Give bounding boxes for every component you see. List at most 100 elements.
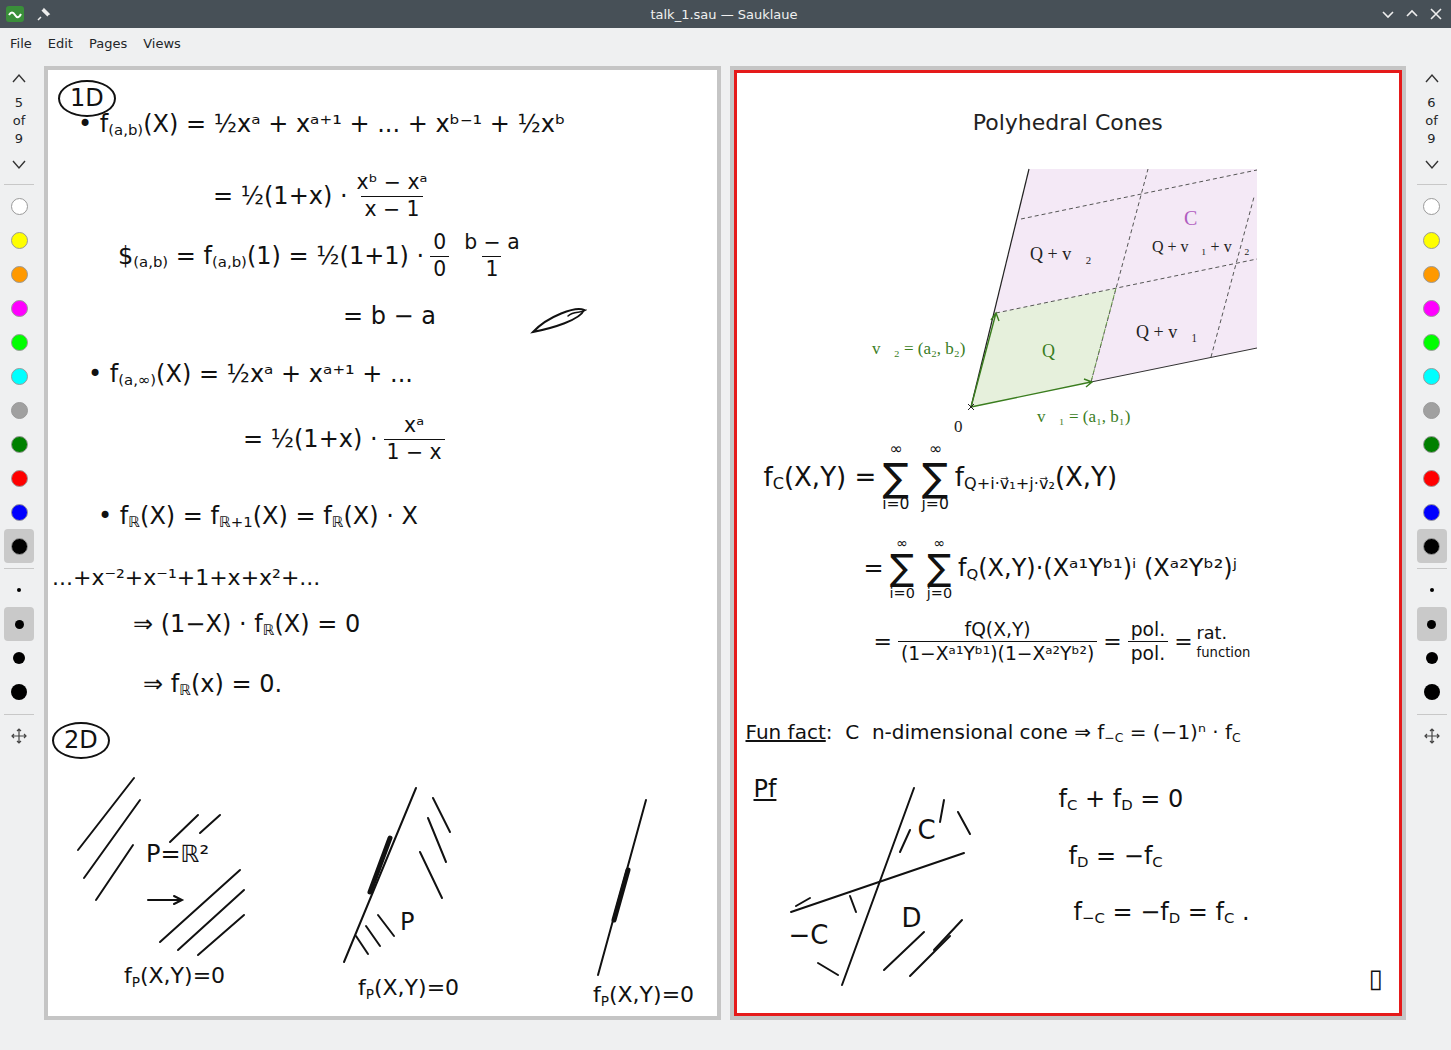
diagram-label: v⃗₂ = (a₂, b₂): [872, 339, 965, 358]
note-text: = (−1)ⁿ · f: [1123, 720, 1232, 744]
pen-size[interactable]: [1417, 607, 1447, 641]
swatch-dot: [1423, 470, 1440, 487]
pen-size[interactable]: [4, 573, 34, 607]
handwritten-note: • f(a,∞)(X) = ½xᵃ + xᵃ⁺¹ + ...: [88, 360, 413, 389]
pen-size[interactable]: [1417, 675, 1447, 709]
denominator: 1: [482, 256, 501, 283]
color-swatch[interactable]: [4, 393, 34, 427]
next-page-icon[interactable]: [1424, 158, 1440, 170]
swatch-dot: [11, 538, 28, 555]
note-text: =: [864, 554, 884, 583]
note-text: =: [1174, 629, 1192, 655]
note-subscript: D: [1077, 854, 1088, 872]
note-text: = −f: [1088, 842, 1152, 871]
pin-icon[interactable]: [37, 7, 51, 21]
note-text: −C: [789, 920, 829, 951]
color-swatch[interactable]: [4, 325, 34, 359]
color-swatch[interactable]: [4, 427, 34, 461]
note-text: (X) = ½xᵃ + xᵃ⁺¹ + ... + xᵇ⁻¹ + ½xᵇ: [143, 110, 565, 139]
color-swatch[interactable]: [1417, 223, 1447, 257]
page[interactable]: Polyhedral ConesCQ + v⃗₂Q + v⃗₁ + v⃗₂QQ …: [730, 66, 1407, 1020]
color-swatch[interactable]: [1417, 359, 1447, 393]
note-text: f: [358, 975, 366, 1001]
handwritten-note: • fℝ(X) = fℝ+1(X) = fℝ(X) · X: [98, 502, 418, 531]
color-swatch[interactable]: [1417, 529, 1447, 563]
denominator: 0: [430, 256, 449, 283]
color-swatch[interactable]: [1417, 495, 1447, 529]
handwritten-note: P=ℝ²: [146, 840, 209, 869]
swatch-dot: [1423, 334, 1440, 351]
move-icon: [11, 728, 27, 744]
page-canvas[interactable]: 1D• f(a,b)(X) = ½xᵃ + xᵃ⁺¹ + ... + xᵇ⁻¹ …: [48, 70, 717, 1016]
note-subscript: P: [366, 986, 374, 1002]
color-swatch[interactable]: [4, 223, 34, 257]
swatch-dot: [1423, 402, 1440, 419]
workspace: 5of96of91D• f(a,b)(X) = ½xᵃ + xᵃ⁺¹ + ...…: [0, 58, 1451, 1050]
note-subscript: (a,b): [133, 254, 168, 272]
color-swatch[interactable]: [4, 529, 34, 563]
color-swatch[interactable]: [4, 189, 34, 223]
menu-item[interactable]: File: [10, 36, 32, 51]
color-swatch[interactable]: [1417, 189, 1447, 223]
pen-size[interactable]: [4, 675, 34, 709]
stack-top: rat.: [1197, 623, 1251, 644]
handwritten-note: $(a,b) = f(a,b)(1) = ½(1+1) ·00b − a1: [118, 230, 529, 282]
menu-item[interactable]: Views: [143, 36, 181, 51]
pages-area: 1D• f(a,b)(X) = ½xᵃ + xᵃ⁺¹ + ... + xᵇ⁻¹ …: [38, 58, 1412, 1050]
move-tool[interactable]: [1417, 719, 1447, 753]
color-swatch[interactable]: [4, 359, 34, 393]
note-sum: ∞∑i=0: [890, 536, 915, 601]
pen-stroke: [378, 915, 394, 936]
note-text: (X) = f: [140, 502, 219, 531]
color-swatch[interactable]: [4, 291, 34, 325]
pen-size[interactable]: [1417, 641, 1447, 675]
color-swatch[interactable]: [4, 495, 34, 529]
color-swatch[interactable]: [1417, 427, 1447, 461]
pen-size[interactable]: [1417, 573, 1447, 607]
numerator: pol.: [1128, 618, 1168, 641]
color-swatch[interactable]: [1417, 325, 1447, 359]
pen-stroke: [428, 818, 446, 862]
menu-item[interactable]: Pages: [89, 36, 127, 51]
pen-stroke: [940, 800, 944, 822]
move-tool[interactable]: [4, 719, 34, 753]
sum-sign: ∑: [890, 550, 914, 586]
color-swatch[interactable]: [1417, 257, 1447, 291]
swatch-dot: [11, 436, 28, 453]
v2-arrow: [971, 313, 999, 407]
pen-stroke: [356, 936, 368, 954]
handwritten-note: ⇒ fℝ(x) = 0.: [143, 670, 282, 699]
color-swatch[interactable]: [1417, 461, 1447, 495]
sum-lower: j=0: [922, 497, 949, 513]
menu-item[interactable]: Edit: [48, 36, 73, 51]
note-text: (X,Y): [1055, 462, 1117, 493]
handwritten-note: fD = −fC: [1069, 842, 1163, 871]
swatch-dot: [11, 334, 28, 351]
note-text: (X,Y)=0: [140, 963, 225, 989]
previous-page-icon[interactable]: [1424, 72, 1440, 84]
next-page-icon[interactable]: [11, 158, 27, 170]
page[interactable]: 1D• f(a,b)(X) = ½xᵃ + xᵃ⁺¹ + ... + xᵇ⁻¹ …: [44, 66, 721, 1020]
diagram-label: Q: [1042, 341, 1055, 361]
pen-stroke: [791, 853, 964, 912]
swatch-dot: [11, 402, 28, 419]
previous-page-icon[interactable]: [11, 72, 27, 84]
note-subscript: Q: [967, 566, 979, 584]
pen-size[interactable]: [4, 607, 34, 641]
close-icon[interactable]: [1429, 7, 1443, 21]
pen-stroke: [842, 788, 914, 985]
color-swatch[interactable]: [1417, 393, 1447, 427]
pen-size[interactable]: [4, 641, 34, 675]
handwritten-note: ...+x⁻²+x⁻¹+1+x+x²+...: [52, 565, 320, 591]
color-swatch[interactable]: [4, 257, 34, 291]
maximize-chevron-icon[interactable]: [1405, 7, 1419, 21]
minimize-chevron-icon[interactable]: [1381, 7, 1395, 21]
color-swatch[interactable]: [1417, 291, 1447, 325]
pen-stroke: [344, 788, 416, 962]
color-swatch[interactable]: [4, 461, 34, 495]
note-subscript: ℝ: [128, 514, 140, 532]
pen-stroke: [614, 870, 628, 920]
note-text: = f: [1180, 898, 1224, 927]
page-canvas[interactable]: Polyhedral ConesCQ + v⃗₂Q + v⃗₁ + v⃗₂QQ …: [734, 70, 1403, 1016]
note-subscript: D: [1169, 910, 1180, 928]
